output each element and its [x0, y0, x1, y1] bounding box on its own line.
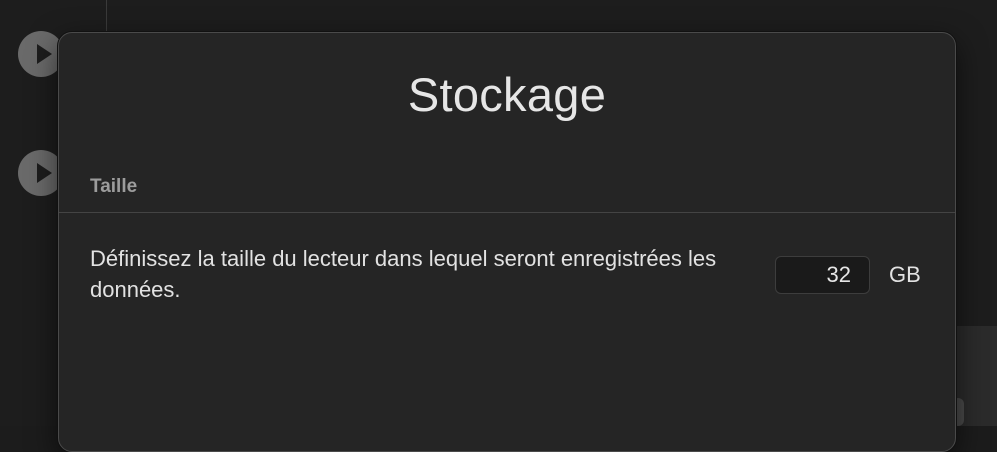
size-unit-label: GB	[889, 262, 921, 287]
section-divider	[59, 212, 955, 213]
section-header-size: Taille	[90, 176, 138, 197]
size-description: Définissez la taille du lecteur dans leq…	[90, 246, 717, 302]
dialog-title: Stockage	[407, 68, 607, 121]
disk-size-input[interactable]	[775, 256, 870, 294]
storage-dialog: Stockage Taille Définissez la taille du …	[58, 32, 956, 452]
